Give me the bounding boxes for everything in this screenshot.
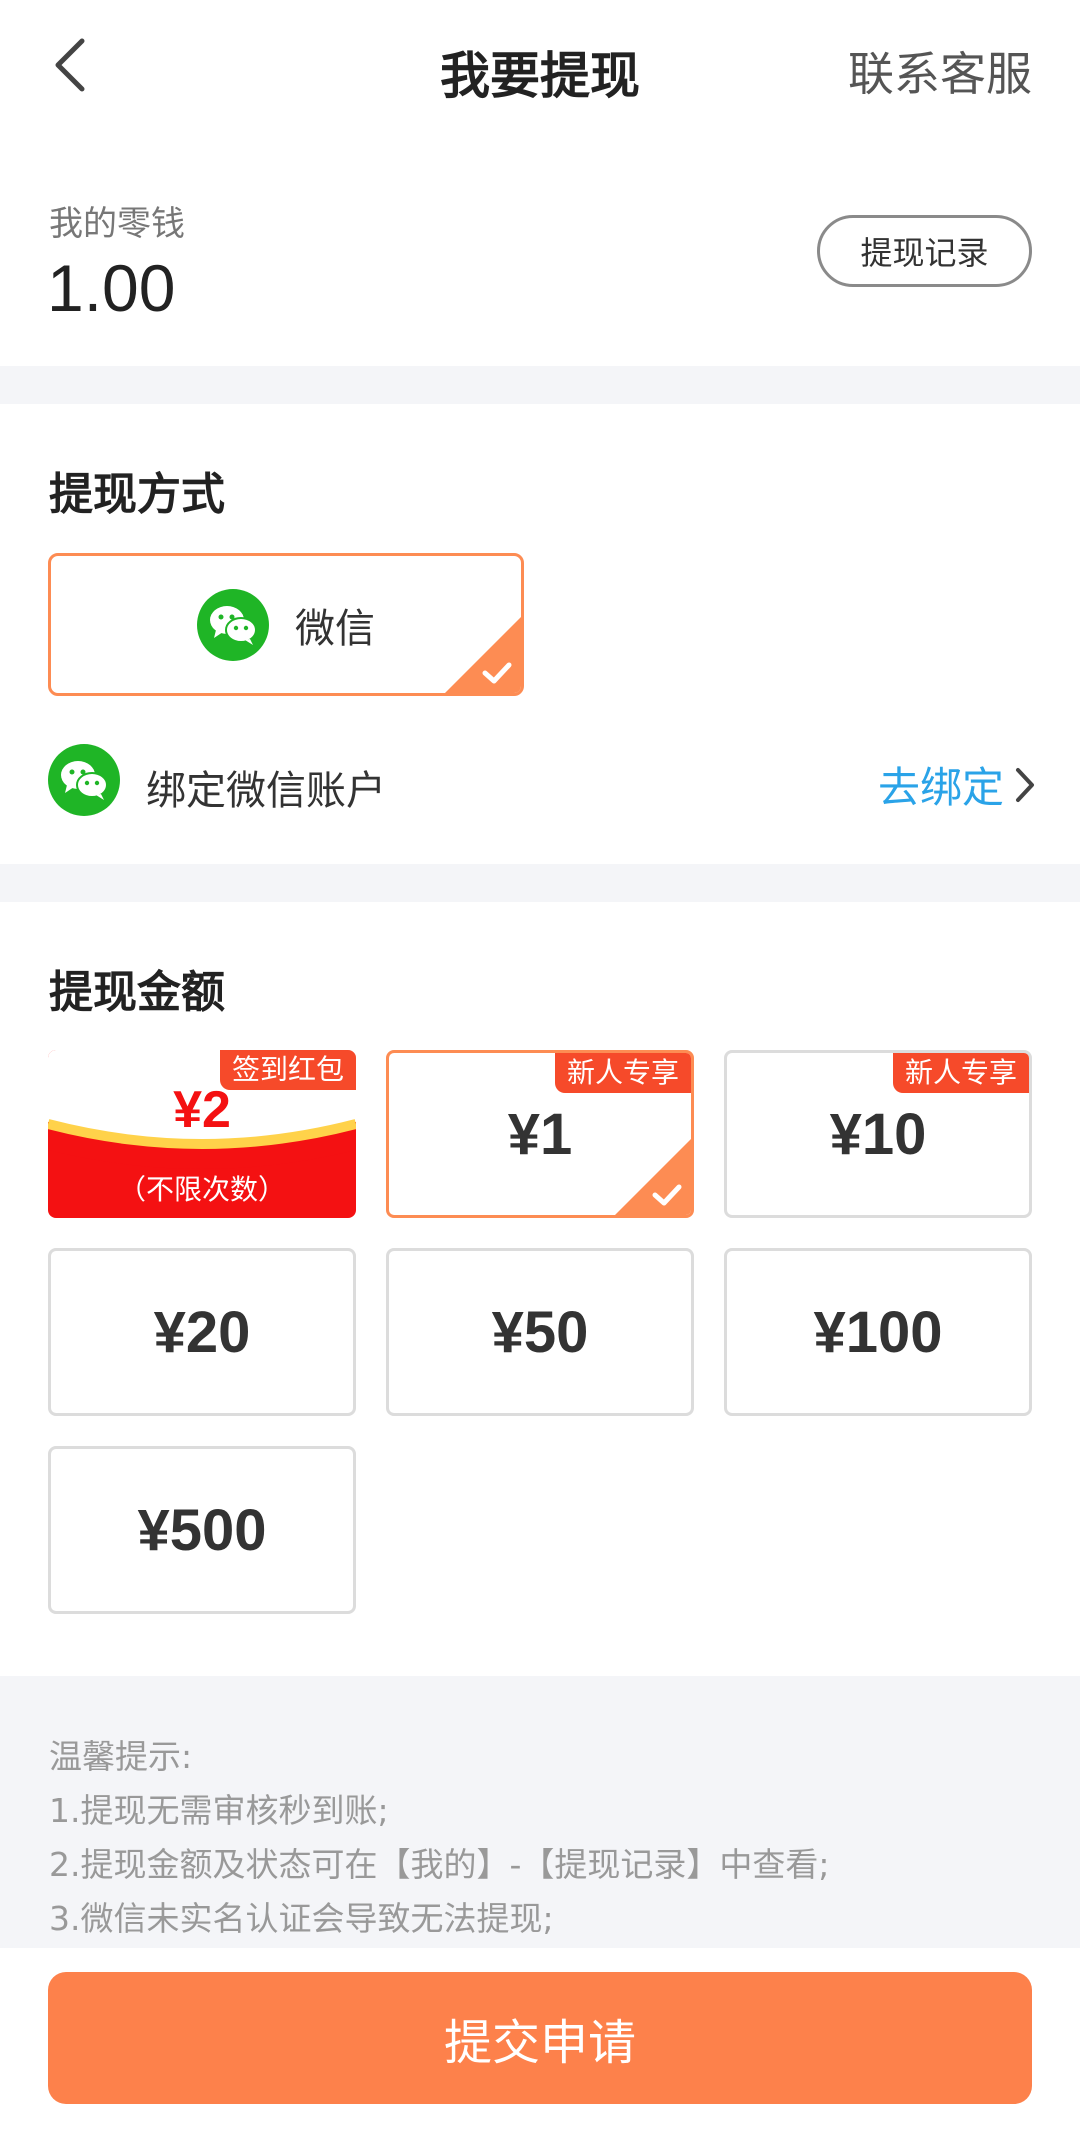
withdraw-records-button[interactable]: 提现记录 bbox=[817, 215, 1032, 287]
amount-option[interactable]: ¥100 bbox=[724, 1248, 1032, 1416]
amount-value: ¥1 bbox=[507, 1101, 573, 1167]
contact-service-link[interactable]: 联系客服 bbox=[848, 38, 1032, 104]
wechat-icon bbox=[197, 588, 269, 661]
section-divider bbox=[0, 366, 1080, 404]
go-bind-link[interactable]: 去绑定 bbox=[878, 754, 1036, 815]
balance-value: 1.00 bbox=[47, 251, 176, 325]
amount-option[interactable]: ¥10 新人专享 bbox=[724, 1050, 1032, 1218]
tips-title: 温馨提示: bbox=[49, 1737, 193, 1776]
amount-option[interactable]: ¥500 bbox=[48, 1446, 356, 1614]
tip-line: 1.提现无需审核秒到账; bbox=[49, 1791, 389, 1830]
selected-check-icon bbox=[615, 1139, 691, 1215]
amount-value: ¥20 bbox=[153, 1299, 251, 1365]
back-button[interactable] bbox=[40, 30, 100, 100]
method-section-title: 提现方式 bbox=[49, 469, 225, 520]
tips-section: 温馨提示: 1.提现无需审核秒到账; 2.提现金额及状态可在【我的】-【提现记录… bbox=[0, 1676, 1080, 1948]
amount-value: ¥500 bbox=[137, 1497, 267, 1563]
section-divider bbox=[0, 864, 1080, 902]
tip-line: 3.微信未实名认证会导致无法提现; bbox=[49, 1899, 554, 1938]
amount-option[interactable]: ¥50 bbox=[386, 1248, 694, 1416]
bind-wechat-label: 绑定微信账户 bbox=[146, 768, 386, 814]
go-bind-label: 去绑定 bbox=[877, 763, 1004, 812]
back-arrow-icon bbox=[55, 38, 85, 92]
amount-option[interactable]: ¥20 bbox=[48, 1248, 356, 1416]
bind-wechat-row[interactable]: 绑定微信账户 去绑定 bbox=[0, 740, 1080, 830]
tip-line: 2.提现金额及状态可在【我的】-【提现记录】中查看; bbox=[49, 1845, 830, 1884]
wechat-icon bbox=[48, 744, 120, 816]
wechat-method-option[interactable]: 微信 bbox=[48, 553, 524, 696]
amount-value: ¥10 bbox=[829, 1101, 927, 1167]
new-user-tag: 新人专享 bbox=[554, 1053, 691, 1093]
amount-option[interactable]: ¥1 新人专享 bbox=[386, 1050, 694, 1218]
redpack-subtitle: （不限次数） bbox=[117, 1173, 286, 1206]
redpack-tag: 签到红包 bbox=[219, 1050, 356, 1090]
top-bar: 我要提现 联系客服 bbox=[0, 0, 1080, 132]
new-user-tag: 新人专享 bbox=[892, 1053, 1029, 1093]
submit-button[interactable]: 提交申请 bbox=[48, 1972, 1032, 2104]
balance-label: 我的零钱 bbox=[49, 204, 185, 244]
balance-section: 我的零钱 1.00 提现记录 bbox=[0, 132, 1080, 366]
wechat-method-label: 微信 bbox=[295, 605, 375, 652]
selected-check-icon bbox=[445, 617, 521, 693]
amount-value: ¥50 bbox=[491, 1299, 589, 1365]
amount-section-title: 提现金额 bbox=[49, 967, 225, 1018]
amount-value: ¥100 bbox=[813, 1299, 943, 1365]
chevron-right-icon bbox=[1016, 767, 1034, 802]
sign-in-redpack-option[interactable]: ¥2 （不限次数） 签到红包 bbox=[48, 1050, 356, 1218]
